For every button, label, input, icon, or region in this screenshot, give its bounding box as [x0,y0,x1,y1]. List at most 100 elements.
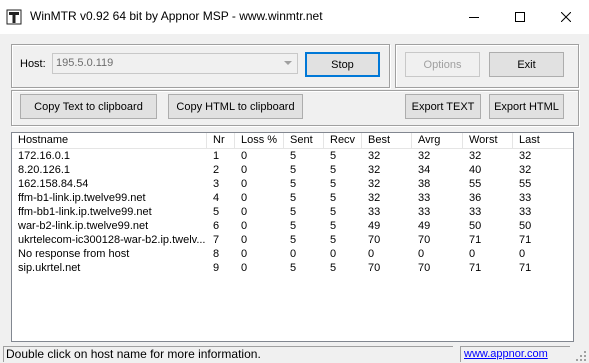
host-combobox[interactable]: 195.5.0.119 [52,53,298,74]
column-header-recv[interactable]: Recv [324,133,362,148]
cell-last: 0 [519,248,526,260]
cell-last: 32 [519,150,532,162]
minimize-button[interactable] [451,0,497,34]
cell-best: 49 [368,220,381,232]
cell-nr: 4 [213,192,220,204]
cell-worst: 50 [469,220,482,232]
combo-dropdown-button[interactable] [279,55,296,72]
column-header-best[interactable]: Best [362,133,412,148]
cell-recv: 5 [330,220,337,232]
cell-best: 32 [368,192,381,204]
column-header-worst[interactable]: Worst [463,133,513,148]
cell-worst: 32 [469,150,482,162]
status-bar: Double click on host name for more infor… [0,344,589,363]
cell-loss: 0 [241,178,248,190]
cell-hostname[interactable]: 172.16.0.1 [12,149,207,163]
cell-worst: 0 [469,248,476,260]
stop-button[interactable]: Stop [305,52,380,77]
column-header-loss[interactable]: Loss % [235,133,284,148]
cell-hostname[interactable]: ffm-bb1-link.ip.twelve99.net [12,205,207,219]
table-row[interactable]: 172.16.0.1 1 0 5 5 32 32 32 32 [12,149,573,163]
options-button[interactable]: Options [405,52,480,77]
column-header-last[interactable]: Last [513,133,573,148]
cell-avrg: 32 [418,150,431,162]
export-html-button[interactable]: Export HTML [489,94,564,119]
table-row[interactable]: 8.20.126.1 2 0 5 5 32 34 40 32 [12,163,573,177]
cell-hostname[interactable]: sip.ukrtel.net [12,261,207,275]
window-title: WinMTR v0.92 64 bit by Appnor MSP - www.… [30,9,323,23]
cell-sent: 5 [290,164,297,176]
cell-hostname[interactable]: 8.20.126.1 [12,163,207,177]
cell-last: 55 [519,178,532,190]
cell-recv: 5 [330,164,337,176]
cell-hostname[interactable]: ffm-b1-link.ip.twelve99.net [12,191,207,205]
cell-recv: 5 [330,150,337,162]
cell-sent: 5 [290,234,297,246]
cell-recv: 5 [330,206,337,218]
title-bar: WinMTR v0.92 64 bit by Appnor MSP - www.… [0,0,589,34]
host-label: Host: [20,58,46,70]
cell-best: 32 [368,164,381,176]
cell-recv: 0 [330,248,337,260]
cell-sent: 5 [290,220,297,232]
export-text-button[interactable]: Export TEXT [405,94,481,119]
cell-worst: 36 [469,192,482,204]
cell-avrg: 0 [418,248,425,260]
column-header-nr[interactable]: Nr [207,133,235,148]
cell-loss: 0 [241,220,248,232]
cell-hostname[interactable]: war-b2-link.ip.twelve99.net [12,219,207,233]
cell-sent: 5 [290,150,297,162]
cell-best: 33 [368,206,381,218]
copy-text-button[interactable]: Copy Text to clipboard [20,94,157,119]
cell-last: 32 [519,164,532,176]
appnor-link[interactable]: www.appnor.com [460,346,570,362]
cell-nr: 5 [213,206,220,218]
cell-hostname[interactable]: No response from host [12,247,207,261]
cell-loss: 0 [241,150,248,162]
cell-avrg: 38 [418,178,431,190]
cell-avrg: 33 [418,192,431,204]
cell-worst: 71 [469,262,482,274]
column-header-sent[interactable]: Sent [284,133,324,148]
cell-nr: 2 [213,164,220,176]
exit-button[interactable]: Exit [489,52,564,77]
cell-sent: 5 [290,206,297,218]
status-message: Double click on host name for more infor… [3,346,453,362]
table-row[interactable]: 162.158.84.54 3 0 5 5 32 38 55 55 [12,177,573,191]
cell-nr: 8 [213,248,220,260]
minimize-icon [469,17,479,18]
table-row[interactable]: war-b2-link.ip.twelve99.net 6 0 5 5 49 49 50 50 [12,219,573,233]
cell-last: 50 [519,220,532,232]
cell-worst: 40 [469,164,482,176]
cell-recv: 5 [330,262,337,274]
cell-sent: 5 [290,178,297,190]
copy-html-button[interactable]: Copy HTML to clipboard [168,94,303,119]
cell-loss: 0 [241,206,248,218]
cell-nr: 1 [213,150,220,162]
cell-hostname[interactable]: ukrtelecom-ic300128-war-b2.ip.twelv... [12,233,207,247]
client-area: Host: 195.5.0.119 Stop Options Exit Copy… [0,34,589,363]
cell-best: 0 [368,248,375,260]
table-row[interactable]: ffm-b1-link.ip.twelve99.net 4 0 5 5 32 33 36 33 [12,191,573,205]
table-row[interactable]: ukrtelecom-ic300128-war-b2.ip.twelv... 7 0… [12,233,573,247]
cell-hostname[interactable]: 162.158.84.54 [12,177,207,191]
chevron-down-icon [283,61,292,65]
trace-list[interactable]: Hostname Nr Loss % Sent Recv Best Avrg W… [11,132,574,342]
cell-loss: 0 [241,164,248,176]
cell-last: 33 [519,192,532,204]
cell-worst: 55 [469,178,482,190]
close-button[interactable] [543,0,589,34]
table-row[interactable]: No response from host 8 0 0 0 0 0 0 0 [12,247,573,261]
table-row[interactable]: ffm-bb1-link.ip.twelve99.net 5 0 5 5 33 33 33 33 [12,205,573,219]
resize-grip-icon[interactable] [575,350,587,362]
cell-last: 71 [519,262,532,274]
cell-avrg: 70 [418,262,431,274]
cell-best: 70 [368,234,381,246]
close-icon [561,12,571,22]
cell-nr: 7 [213,234,220,246]
maximize-button[interactable] [497,0,543,34]
column-header-avrg[interactable]: Avrg [412,133,463,148]
table-row[interactable]: sip.ukrtel.net 9 0 5 5 70 70 71 71 [12,261,573,275]
cell-loss: 0 [241,248,248,260]
column-header-hostname[interactable]: Hostname [12,133,207,148]
